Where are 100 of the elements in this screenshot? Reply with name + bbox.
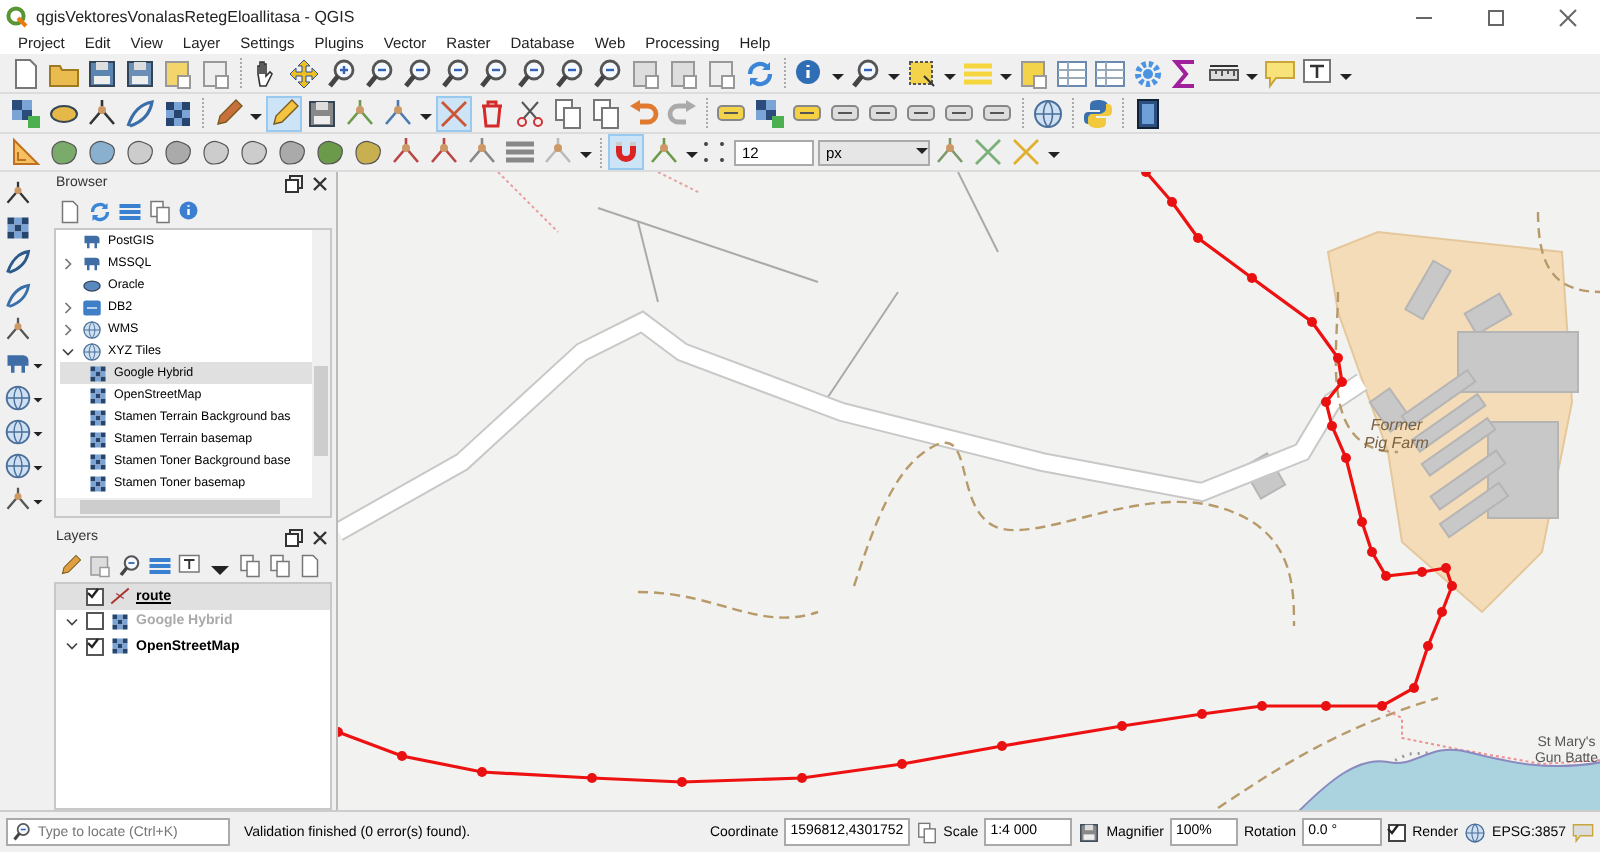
vertex-icon[interactable] <box>382 97 414 129</box>
route-vertex <box>1367 547 1377 557</box>
node-icon[interactable] <box>466 136 498 168</box>
map-label: Former Pig Farm <box>1364 416 1429 452</box>
copy-icon[interactable] <box>552 97 584 129</box>
magnet-icon[interactable] <box>610 136 642 168</box>
raster-icon[interactable] <box>162 97 194 129</box>
line-layer-icon <box>110 586 130 607</box>
route-vertex <box>1357 517 1367 527</box>
globe-icon[interactable] <box>4 384 32 412</box>
tiles-icon <box>88 363 108 383</box>
search-icon <box>12 822 32 842</box>
globe-icon[interactable] <box>4 418 32 446</box>
route-vertex <box>677 777 687 787</box>
move-arrows-icon[interactable] <box>288 57 320 89</box>
polygon-icon[interactable] <box>352 136 384 168</box>
tiles-icon <box>88 429 108 449</box>
route-vertex <box>1321 701 1331 711</box>
caret-icon[interactable] <box>916 146 928 158</box>
route-vertex <box>1437 607 1447 617</box>
caret-icon[interactable] <box>32 392 44 404</box>
route-vertex <box>1193 233 1203 243</box>
node-icon[interactable] <box>390 136 422 168</box>
polygon-icon[interactable] <box>124 136 156 168</box>
postgis-elephant-icon <box>82 231 102 251</box>
route-vertex <box>338 727 343 737</box>
tiles-icon <box>88 473 108 493</box>
save-edits-icon[interactable] <box>306 97 338 129</box>
polygon-icon[interactable] <box>314 136 346 168</box>
route-vertex <box>1417 567 1427 577</box>
feather-icon[interactable] <box>124 97 156 129</box>
trash-icon[interactable] <box>476 97 508 129</box>
tiles-icon <box>88 451 108 471</box>
refresh-icon[interactable] <box>88 199 112 223</box>
route-vertex <box>1377 701 1387 711</box>
float-icon[interactable] <box>284 173 304 193</box>
route-vertex <box>1341 453 1351 463</box>
route-vertex <box>1333 353 1343 363</box>
route-vertex <box>1327 421 1337 431</box>
raster-layer-icon[interactable] <box>4 214 32 242</box>
zoom-out-icon[interactable] <box>364 57 396 89</box>
vector-layer-icon[interactable] <box>86 97 118 129</box>
polygon-icon[interactable] <box>276 136 308 168</box>
polygon-icon[interactable] <box>86 136 118 168</box>
layer-checkbox[interactable] <box>86 637 104 656</box>
tiles-icon <box>110 611 130 632</box>
vector-layer-icon[interactable] <box>4 180 32 208</box>
remove-layer-icon[interactable] <box>298 553 322 577</box>
dots-icon <box>702 140 730 164</box>
scissors-icon[interactable] <box>514 97 546 129</box>
save-as-icon[interactable] <box>124 57 156 89</box>
tiles-icon <box>88 385 108 405</box>
vector-layer-icon[interactable] <box>4 486 32 514</box>
route-vertex <box>1423 641 1433 651</box>
route-vertex <box>797 773 807 783</box>
caret-icon[interactable] <box>32 494 44 506</box>
route-vertex <box>1117 721 1127 731</box>
route-vertex <box>1167 197 1177 207</box>
layer-checkbox[interactable] <box>86 587 104 606</box>
globe-icon <box>82 319 102 339</box>
scrollbar[interactable] <box>56 498 330 516</box>
magnifier-icon[interactable] <box>402 57 434 89</box>
python-icon[interactable] <box>1082 97 1114 129</box>
node-icon[interactable] <box>428 136 460 168</box>
scrollbar[interactable] <box>312 230 330 498</box>
polygon-icon[interactable] <box>162 136 194 168</box>
route-vertex <box>397 751 407 761</box>
route-vertex <box>1141 172 1151 177</box>
render-checkbox[interactable] <box>1388 823 1407 841</box>
magnifier-icon[interactable] <box>850 57 882 89</box>
polygon-icon[interactable] <box>238 136 270 168</box>
globe-icon[interactable] <box>4 452 32 480</box>
caret-icon[interactable] <box>32 426 44 438</box>
globe-icon[interactable] <box>1464 821 1487 843</box>
help-book-icon[interactable] <box>1132 97 1164 129</box>
route-vertex <box>1381 571 1391 581</box>
route-vertex <box>1257 701 1267 711</box>
route-vertex <box>477 767 487 777</box>
text-annotation-icon[interactable] <box>1302 57 1334 89</box>
elephant-icon[interactable] <box>4 350 32 378</box>
route-vertex <box>1247 273 1257 283</box>
identify-icon[interactable] <box>794 57 826 89</box>
caret-icon[interactable] <box>32 460 44 472</box>
vector-layer-icon[interactable] <box>4 316 32 344</box>
caret-icon[interactable] <box>32 358 44 370</box>
zoom-in-icon[interactable] <box>326 57 358 89</box>
info-icon[interactable] <box>178 199 202 223</box>
maximize-icon[interactable] <box>1486 7 1506 27</box>
globe-icon[interactable] <box>1032 97 1064 129</box>
refresh-icon[interactable] <box>744 57 776 89</box>
float-icon[interactable] <box>284 527 304 547</box>
polygon-icon[interactable] <box>200 136 232 168</box>
route-vertex <box>897 759 907 769</box>
layer-checkbox[interactable] <box>86 612 104 631</box>
feather-icon[interactable] <box>4 282 32 310</box>
table-icon[interactable] <box>1094 57 1126 89</box>
attribute-table-icon[interactable] <box>1056 57 1088 89</box>
save-icon[interactable] <box>86 57 118 89</box>
select-rectangle-icon[interactable] <box>906 57 938 89</box>
polygon-icon[interactable] <box>48 136 80 168</box>
